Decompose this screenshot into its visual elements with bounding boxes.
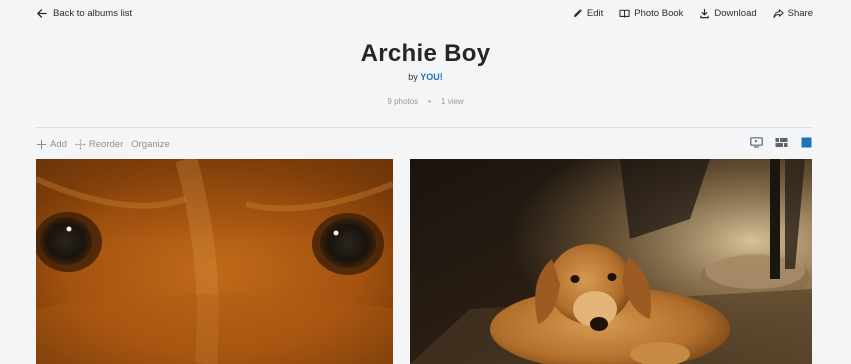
single-view-icon bbox=[801, 137, 812, 148]
album-actions: Edit Photo Book Download Share bbox=[572, 8, 813, 19]
header-divider bbox=[36, 127, 812, 128]
photo-count: 9 photos bbox=[387, 97, 419, 106]
plus-icon bbox=[36, 139, 47, 149]
album-header: Archie Boy by YOU! 9 photos • 1 view bbox=[0, 40, 851, 106]
download-icon bbox=[700, 8, 710, 19]
slideshow-icon bbox=[750, 137, 763, 148]
slideshow-view-button[interactable] bbox=[750, 137, 763, 148]
single-view-button[interactable] bbox=[800, 137, 813, 148]
back-label: Back to albums list bbox=[53, 8, 133, 19]
album-byline: by YOU! bbox=[0, 72, 851, 82]
reorder-label: Reorder bbox=[88, 138, 124, 150]
back-to-albums-link[interactable]: Back to albums list bbox=[36, 8, 132, 19]
edit-label: Edit bbox=[586, 8, 604, 19]
arrow-left-icon bbox=[37, 9, 47, 18]
album-stats: 9 photos • 1 view bbox=[0, 97, 851, 106]
by-prefix: by bbox=[408, 72, 418, 82]
pencil-icon bbox=[573, 9, 582, 18]
album-page: Back to albums list Edit Photo Book Down… bbox=[0, 0, 851, 364]
photo-book-button[interactable]: Photo Book bbox=[619, 8, 683, 19]
reorder-button[interactable]: Reorder bbox=[75, 139, 123, 150]
dog-eyes-photo bbox=[36, 159, 393, 364]
photo-tile-dog-eyes[interactable] bbox=[36, 159, 393, 364]
share-icon bbox=[773, 9, 784, 19]
share-button[interactable]: Share bbox=[773, 8, 813, 19]
view-mode-switcher bbox=[750, 137, 813, 148]
download-button[interactable]: Download bbox=[699, 8, 757, 19]
share-label: Share bbox=[787, 8, 813, 19]
photo-book-label: Photo Book bbox=[634, 8, 684, 19]
organize-button[interactable]: Organize bbox=[131, 139, 170, 150]
album-title: Archie Boy bbox=[360, 40, 491, 67]
top-bar: Back to albums list Edit Photo Book Down… bbox=[0, 0, 851, 30]
dog-lying-photo bbox=[410, 159, 812, 364]
photo-tile-dog-lying[interactable] bbox=[410, 159, 812, 364]
owner-link[interactable]: YOU! bbox=[420, 72, 443, 82]
add-label: Add bbox=[50, 138, 67, 150]
edit-button[interactable]: Edit bbox=[572, 8, 603, 19]
download-label: Download bbox=[714, 8, 757, 19]
organize-label: Organize bbox=[131, 138, 170, 150]
grid-icon bbox=[775, 138, 788, 147]
stats-separator: • bbox=[428, 97, 431, 106]
view-count: 1 view bbox=[440, 97, 464, 106]
move-arrows-icon bbox=[75, 138, 86, 150]
book-icon bbox=[619, 9, 630, 18]
add-button[interactable]: Add bbox=[36, 139, 67, 150]
grid-view-button[interactable] bbox=[775, 137, 788, 148]
album-toolbar: Add Reorder Organize bbox=[36, 136, 170, 152]
